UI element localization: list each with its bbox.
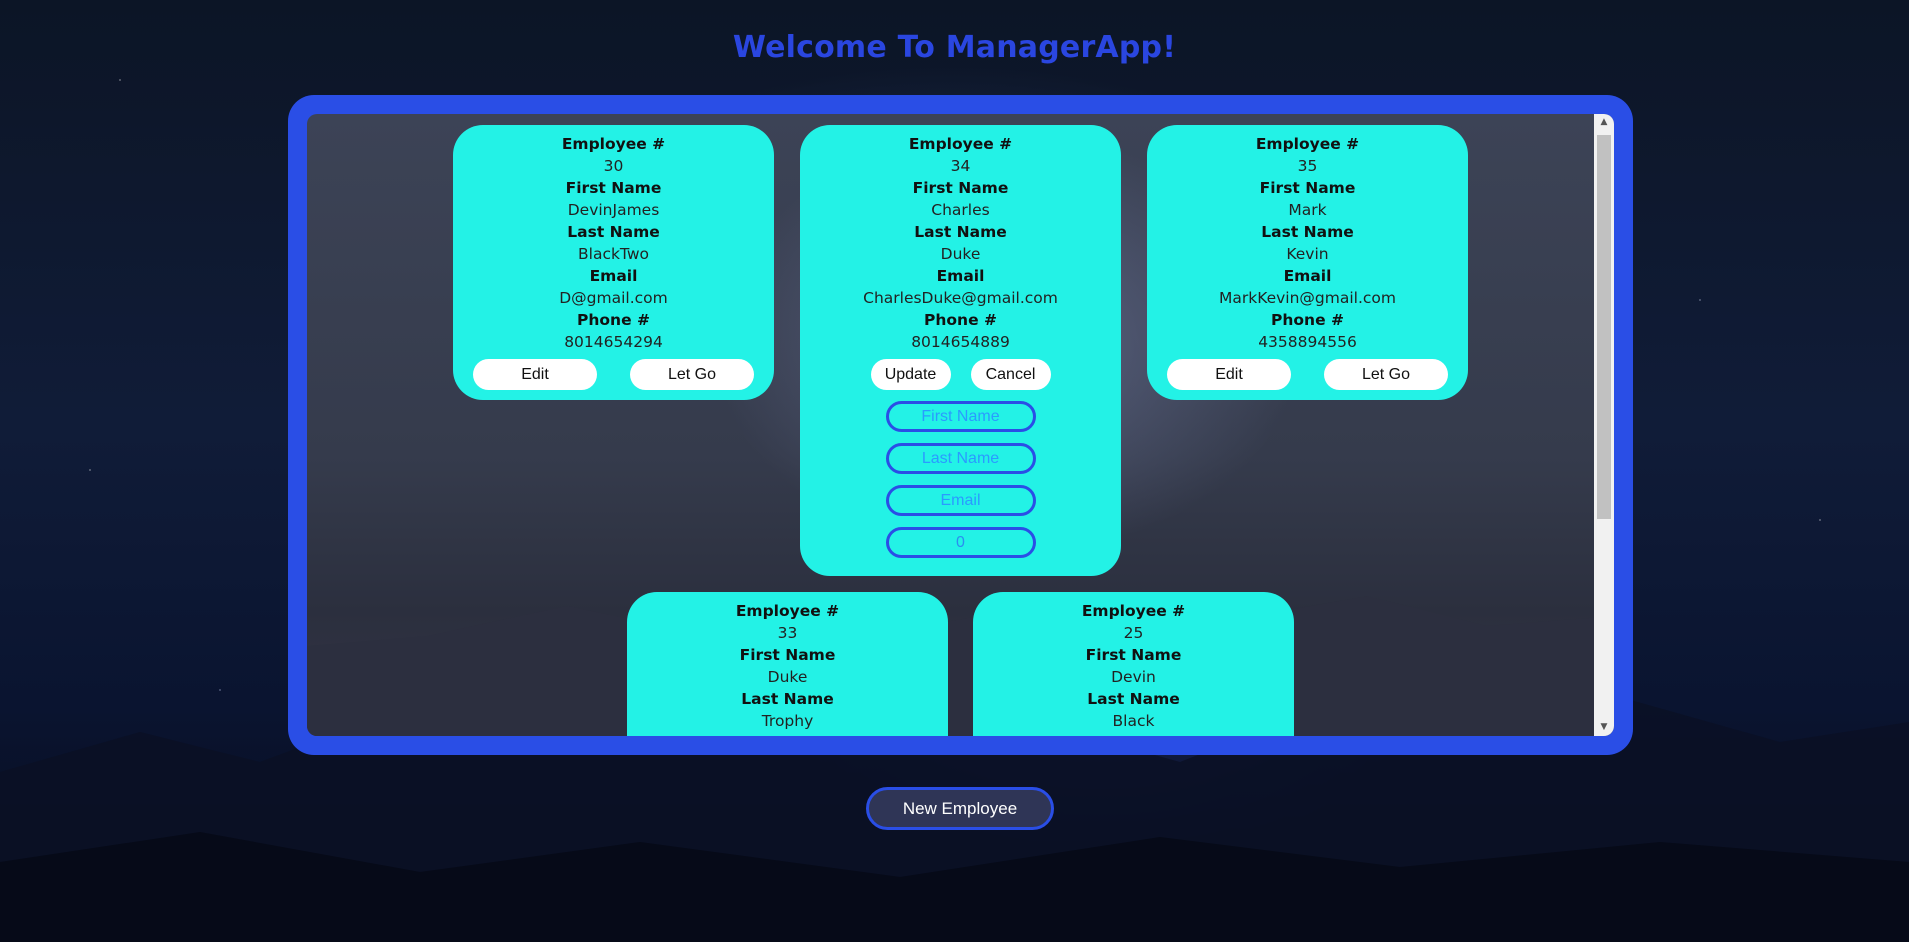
employee-card: Employee # 33 First Name Duke Last Name …: [627, 592, 948, 736]
phone-value: 8014654294: [564, 333, 663, 351]
last-name-label: Last Name: [1087, 690, 1180, 708]
employee-number-label: Employee #: [735, 602, 840, 620]
last-name-input[interactable]: [885, 443, 1036, 474]
first-name-label: First Name: [1085, 646, 1182, 664]
edit-button[interactable]: Edit: [1167, 359, 1291, 390]
employee-number-value: 34: [950, 157, 971, 175]
employee-card: Employee # 35 First Name Mark Last Name …: [1147, 125, 1468, 400]
first-name-label: First Name: [565, 179, 662, 197]
phone-label: Phone #: [577, 311, 650, 329]
card-actions: Edit Let Go: [1147, 359, 1468, 390]
employee-number-value: 25: [1123, 624, 1144, 642]
edit-button[interactable]: Edit: [473, 359, 597, 390]
first-name-label: First Name: [912, 179, 1009, 197]
first-name-input[interactable]: [885, 401, 1036, 432]
first-name-value: Devin: [1111, 668, 1156, 686]
update-button[interactable]: Update: [870, 359, 951, 390]
phone-label: Phone #: [1271, 311, 1344, 329]
email-label: Email: [936, 267, 985, 285]
employee-list-viewport[interactable]: Employee # 30 First Name DevinJames Last…: [307, 114, 1614, 736]
scrollbar-thumb[interactable]: [1597, 135, 1611, 519]
employee-number-label: Employee #: [1081, 602, 1186, 620]
phone-value: 4358894556: [1258, 333, 1357, 351]
employee-number-value: 35: [1297, 157, 1318, 175]
cancel-button[interactable]: Cancel: [970, 359, 1051, 390]
employee-cards: Employee # 30 First Name DevinJames Last…: [307, 114, 1594, 736]
scroll-up-arrow-icon[interactable]: ▲: [1594, 114, 1614, 131]
employee-number-value: 33: [777, 624, 798, 642]
scroll-down-arrow-icon[interactable]: ▼: [1594, 719, 1614, 736]
employee-card: Employee # 30 First Name DevinJames Last…: [453, 125, 774, 400]
email-input[interactable]: [885, 485, 1036, 516]
last-name-value: Black: [1112, 712, 1155, 730]
first-name-value: Charles: [931, 201, 990, 219]
employee-number-label: Employee #: [561, 135, 666, 153]
new-employee-button[interactable]: New Employee: [866, 787, 1054, 830]
email-label: Email: [1283, 267, 1332, 285]
phone-label: Phone #: [924, 311, 997, 329]
employee-number-value: 30: [603, 157, 624, 175]
employee-number-label: Employee #: [1255, 135, 1360, 153]
card-actions: Edit Let Go: [453, 359, 774, 390]
employee-list-frame: Employee # 30 First Name DevinJames Last…: [288, 95, 1633, 755]
last-name-value: Duke: [940, 245, 981, 263]
first-name-label: First Name: [1259, 179, 1356, 197]
last-name-value: Kevin: [1286, 245, 1329, 263]
email-label: Email: [589, 267, 638, 285]
last-name-value: Trophy: [761, 712, 814, 730]
last-name-value: BlackTwo: [578, 245, 649, 263]
employee-number-label: Employee #: [908, 135, 1013, 153]
phone-input[interactable]: [885, 527, 1036, 558]
card-actions: Update Cancel: [800, 359, 1121, 390]
email-value: MarkKevin@gmail.com: [1218, 289, 1397, 307]
phone-value: 8014654889: [911, 333, 1010, 351]
let-go-button[interactable]: Let Go: [630, 359, 754, 390]
last-name-label: Last Name: [1261, 223, 1354, 241]
last-name-label: Last Name: [914, 223, 1007, 241]
first-name-label: First Name: [739, 646, 836, 664]
page-title: Welcome To ManagerApp!: [732, 30, 1177, 65]
vertical-scrollbar[interactable]: ▲ ▼: [1594, 114, 1614, 736]
first-name-value: Duke: [767, 668, 808, 686]
first-name-value: Mark: [1288, 201, 1327, 219]
first-name-value: DevinJames: [567, 201, 660, 219]
last-name-label: Last Name: [741, 690, 834, 708]
employee-card: Employee # 25 First Name Devin Last Name…: [973, 592, 1294, 736]
last-name-label: Last Name: [567, 223, 660, 241]
employee-card-editing: Employee # 34 First Name Charles Last Na…: [800, 125, 1121, 576]
email-value: D@gmail.com: [559, 289, 668, 307]
email-value: CharlesDuke@gmail.com: [863, 289, 1058, 307]
let-go-button[interactable]: Let Go: [1324, 359, 1448, 390]
